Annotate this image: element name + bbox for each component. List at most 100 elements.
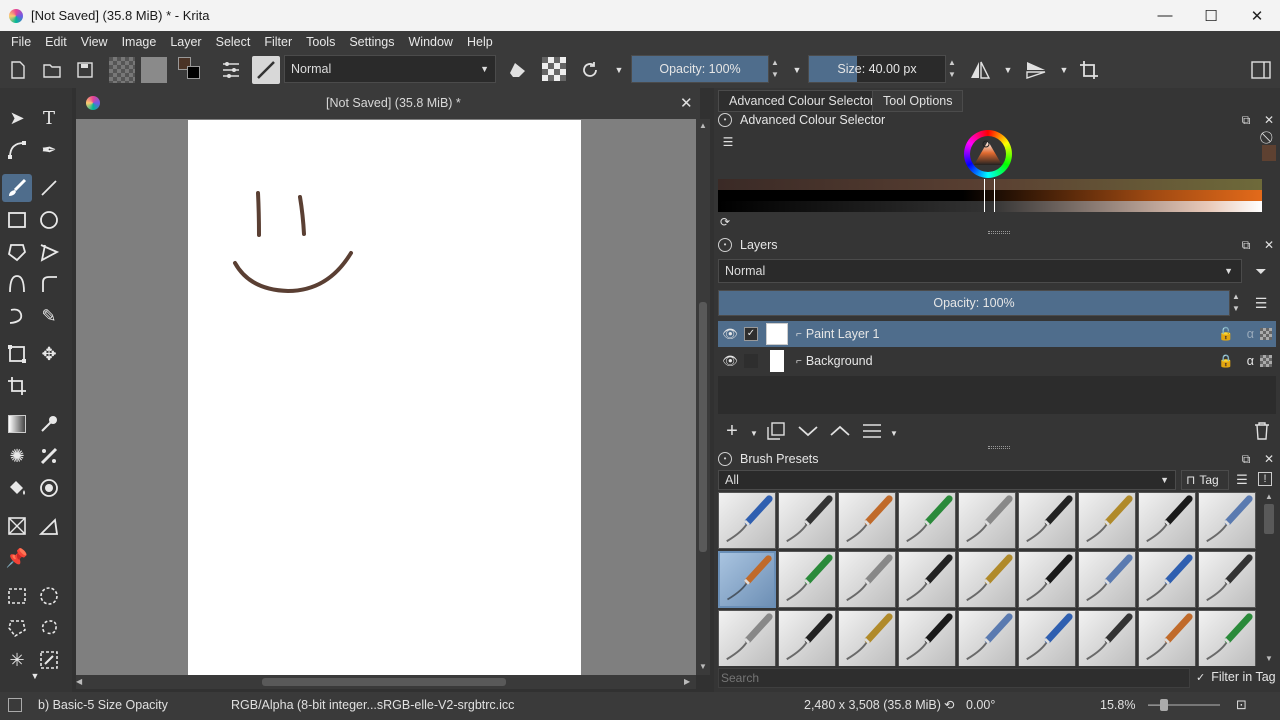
filter-in-tag-checkbox[interactable]: ✓ Filter in Tag	[1196, 670, 1276, 684]
smart-patch-tool-icon[interactable]: ✺	[2, 442, 32, 470]
menu-window[interactable]: Window	[402, 35, 460, 49]
brush-preset-thumbnail[interactable]	[898, 492, 956, 549]
brush-preset-thumbnail[interactable]	[718, 492, 776, 549]
blend-mode-select[interactable]: Normal ▼	[284, 55, 496, 83]
brush-search-input[interactable]	[719, 669, 1189, 687]
brush-preset-thumbnail[interactable]	[1018, 551, 1076, 608]
layer-checkbox[interactable]	[744, 354, 758, 368]
tag-button[interactable]: ⊓ Tag	[1181, 470, 1229, 490]
menu-edit[interactable]: Edit	[38, 35, 74, 49]
wrap-around-icon[interactable]	[1077, 58, 1101, 82]
brush-preset-thumbnail[interactable]	[778, 610, 836, 666]
perspective-assistant-icon[interactable]	[2, 512, 32, 540]
layer-lock-icon[interactable]: 🔒	[1218, 354, 1234, 369]
color-picker-tool-icon[interactable]	[34, 410, 64, 438]
close-document-button[interactable]: ✕	[680, 94, 693, 112]
canvas-vertical-scrollbar[interactable]: ▲ ▼	[696, 119, 710, 675]
lock-icon[interactable]: •	[718, 113, 732, 127]
tab-advanced-colour-selector[interactable]: Advanced Colour Selector	[718, 90, 886, 112]
maximize-button[interactable]: ☐	[1188, 0, 1234, 31]
colour-selector-settings-icon[interactable]: ☰	[721, 135, 735, 149]
scroll-right-icon[interactable]: ▶	[684, 677, 690, 686]
zoom-handle[interactable]	[1160, 699, 1168, 711]
brush-scroll-thumb[interactable]	[1264, 504, 1274, 534]
dynamic-brush-tool-icon[interactable]	[2, 302, 32, 330]
close-docker-icon[interactable]: ✕	[1262, 238, 1276, 252]
menu-tools[interactable]: Tools	[299, 35, 342, 49]
brush-preset-thumbnail[interactable]	[898, 610, 956, 666]
layer-checkbox[interactable]: ✓	[744, 327, 758, 341]
mirror-horizontal-icon[interactable]	[968, 58, 992, 82]
brush-preset-thumbnail[interactable]	[958, 492, 1016, 549]
menu-settings[interactable]: Settings	[342, 35, 401, 49]
layer-name[interactable]: Paint Layer 1	[806, 327, 880, 341]
brush-preset-thumbnail[interactable]	[1138, 492, 1196, 549]
inherit-alpha-icon[interactable]	[1260, 355, 1272, 367]
polygonal-selection-icon[interactable]	[2, 614, 32, 642]
chevron-down-icon[interactable]: ▼	[20, 670, 50, 682]
preserve-alpha-icon[interactable]	[542, 57, 566, 81]
enclose-fill-tool-icon[interactable]	[34, 474, 64, 502]
add-layer-icon[interactable]: +	[722, 420, 742, 442]
crop-tool-icon[interactable]	[2, 372, 32, 400]
chevron-down-icon[interactable]: ▼	[607, 58, 631, 82]
canvas-page[interactable]	[188, 120, 581, 675]
brush-preset-thumbnail[interactable]	[838, 610, 896, 666]
polygon-tool-icon[interactable]	[2, 238, 32, 266]
brush-preset-thumbnail[interactable]	[838, 492, 896, 549]
splitter-handle[interactable]	[988, 231, 1010, 234]
lock-icon[interactable]: •	[718, 238, 732, 252]
brush-preset-thumbnail[interactable]	[898, 551, 956, 608]
reload-preset-icon[interactable]	[578, 58, 602, 82]
rotation-icon[interactable]: ⟲	[944, 697, 954, 712]
canvas-area[interactable]	[76, 119, 696, 675]
horizontal-scroll-thumb[interactable]	[262, 678, 506, 686]
brush-tag-filter-select[interactable]: All ▼	[718, 470, 1176, 490]
brush-grid-scrollbar[interactable]: ▲ ▼	[1262, 492, 1276, 666]
text-tool-icon[interactable]: T	[34, 104, 64, 132]
colour-triangle[interactable]	[972, 139, 1004, 167]
chevron-down-icon[interactable]: ▼	[887, 426, 901, 440]
float-docker-icon[interactable]: ⧉	[1239, 452, 1253, 466]
menu-help[interactable]: Help	[460, 35, 500, 49]
pattern-selector-icon[interactable]	[141, 57, 167, 83]
move-layer-down-icon[interactable]	[798, 421, 818, 441]
brush-preset-thumbnail[interactable]	[958, 610, 1016, 666]
select-shapes-tool-icon[interactable]: ➤	[2, 104, 32, 132]
zoom-slider[interactable]: —	[1148, 697, 1232, 713]
multibrush-tool-icon[interactable]: ✎	[34, 302, 64, 330]
filter-icon[interactable]: ⏷	[1254, 263, 1268, 279]
brush-preset-thumbnail[interactable]	[1018, 610, 1076, 666]
ellipse-tool-icon[interactable]	[34, 206, 64, 234]
scroll-up-icon[interactable]: ▲	[699, 121, 707, 130]
workspace-chooser-icon[interactable]	[1249, 58, 1273, 82]
transform-tool-icon[interactable]	[2, 340, 32, 368]
duplicate-layer-icon[interactable]	[766, 421, 786, 441]
alpha-lock-icon[interactable]: α	[1247, 354, 1254, 368]
size-slider[interactable]: Size: 40.00 px	[808, 55, 946, 83]
brush-preset-thumbnail[interactable]	[1198, 551, 1256, 608]
layer-blend-mode-select[interactable]: Normal ▼	[718, 259, 1242, 283]
bezier-curve-tool-icon[interactable]	[2, 270, 32, 298]
brush-search-field[interactable]	[718, 668, 1190, 688]
menu-image[interactable]: Image	[115, 35, 164, 49]
layer-row[interactable]: 👁 ✓ ⌐ Paint Layer 1 🔓 α	[718, 321, 1276, 347]
delete-layer-icon[interactable]	[1252, 421, 1272, 441]
calligraphy-tool-icon[interactable]: ✒	[34, 136, 64, 164]
brush-preset-icon[interactable]	[252, 56, 280, 84]
minimize-button[interactable]: —	[1142, 0, 1188, 31]
brush-preset-thumbnail[interactable]	[1138, 610, 1196, 666]
fill-tool-icon[interactable]	[2, 474, 32, 502]
layer-properties-icon[interactable]	[862, 421, 882, 441]
brush-preset-thumbnail[interactable]	[1138, 551, 1196, 608]
menu-file[interactable]: File	[4, 35, 38, 49]
zoom-out-icon[interactable]: —	[1148, 697, 1160, 711]
open-document-icon[interactable]	[40, 58, 64, 82]
brush-preset-thumbnail[interactable]	[1078, 551, 1136, 608]
freehand-brush-tool-icon[interactable]	[2, 174, 32, 202]
size-spinner[interactable]: ▲ ▼	[946, 55, 958, 83]
alpha-lock-icon[interactable]: α	[1247, 327, 1254, 341]
brush-preset-thumbnail[interactable]	[778, 551, 836, 608]
brush-preset-thumbnail[interactable]	[838, 551, 896, 608]
color-swap-icon[interactable]	[177, 56, 205, 84]
